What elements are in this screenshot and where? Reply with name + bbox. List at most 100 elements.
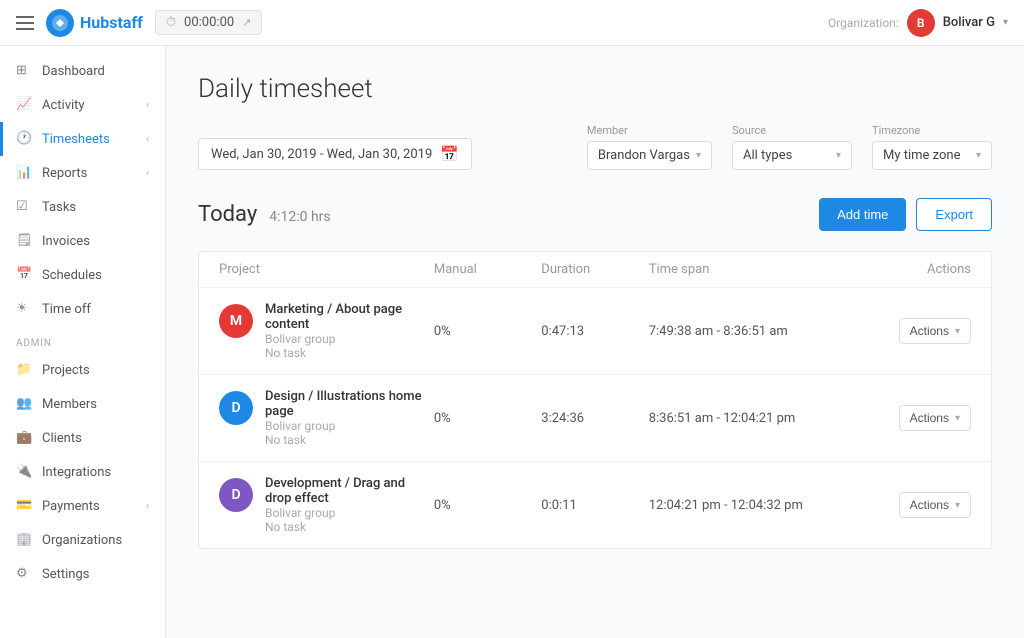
sidebar-item-timesheets[interactable]: 🕐 Timesheets ‹ (0, 122, 165, 156)
manual-0: 0% (434, 324, 541, 339)
sidebar-label-reports: Reports (42, 166, 87, 181)
date-range-value: Wed, Jan 30, 2019 - Wed, Jan 30, 2019 (211, 147, 432, 162)
today-info: Today 4:12:0 hrs (198, 202, 331, 227)
member-select[interactable]: Brandon Vargas ▾ (587, 141, 712, 170)
actions-button-0[interactable]: Actions ▾ (899, 318, 971, 344)
sidebar-label-timesheets: Timesheets (42, 132, 110, 147)
actions-chevron-1: ▾ (955, 413, 960, 424)
sidebar-item-members[interactable]: 👥 Members (0, 387, 165, 421)
actions-cell-2: Actions ▾ (864, 492, 971, 518)
activity-chevron: ‹ (146, 100, 149, 111)
timezone-value: My time zone (883, 148, 961, 163)
project-cell-1: D Design / Illustrations home page Boliv… (219, 389, 434, 447)
sidebar-item-reports[interactable]: 📊 Reports ‹ (0, 156, 165, 190)
actions-cell-1: Actions ▾ (864, 405, 971, 431)
sidebar-label-dashboard: Dashboard (42, 64, 105, 79)
timer-widget[interactable]: ⏱ 00:00:00 ↗ (155, 10, 263, 35)
col-duration: Duration (541, 262, 648, 277)
duration-1: 3:24:36 (541, 411, 648, 426)
avatar-2: D (219, 478, 253, 512)
member-label: Member (587, 124, 712, 137)
actions-chevron-2: ▾ (955, 500, 960, 511)
sidebar-item-invoices[interactable]: 🗒 Invoices (0, 224, 165, 258)
payments-chevron: ‹ (146, 501, 149, 512)
timezone-filter-group: Timezone My time zone ▾ (872, 124, 992, 170)
source-filter-group: Source All types ▾ (732, 124, 852, 170)
sidebar-item-tasks[interactable]: ☑ Tasks (0, 190, 165, 224)
user-avatar: B (907, 9, 935, 37)
source-select[interactable]: All types ▾ (732, 141, 852, 170)
sidebar-item-clients[interactable]: 💼 Clients (0, 421, 165, 455)
table-row: D Development / Drag and drop effect Bol… (199, 462, 991, 548)
member-chevron: ▾ (696, 150, 701, 161)
sidebar-label-organizations: Organizations (42, 533, 122, 548)
integrations-icon: 🔌 (16, 464, 32, 480)
hamburger-menu[interactable] (16, 16, 34, 30)
dashboard-icon: ⊞ (16, 63, 32, 79)
col-manual: Manual (434, 262, 541, 277)
settings-icon: ⚙ (16, 566, 32, 582)
timezone-label: Timezone (872, 124, 992, 137)
timezone-select[interactable]: My time zone ▾ (872, 141, 992, 170)
sidebar-item-integrations[interactable]: 🔌 Integrations (0, 455, 165, 489)
user-name: Bolivar G (943, 15, 995, 30)
actions-chevron-0: ▾ (955, 326, 960, 337)
col-project: Project (219, 262, 434, 277)
project-task-2: No task (265, 520, 434, 534)
sidebar-label-activity: Activity (42, 98, 85, 113)
sidebar-item-settings[interactable]: ⚙ Settings (0, 557, 165, 591)
project-name-1: Design / Illustrations home page (265, 389, 434, 419)
reports-icon: 📊 (16, 165, 32, 181)
col-actions: Actions (864, 262, 971, 277)
project-task-1: No task (265, 433, 434, 447)
sidebar-item-projects[interactable]: 📁 Projects (0, 353, 165, 387)
today-actions: Add time Export (819, 198, 992, 231)
source-chevron: ▾ (836, 150, 841, 161)
sidebar-item-organizations[interactable]: 🏢 Organizations (0, 523, 165, 557)
project-info-2: Development / Drag and drop effect Boliv… (265, 476, 434, 534)
clock-icon: ⏱ (166, 15, 176, 30)
topbar-right: Organization: B Bolivar G ▾ (828, 9, 1008, 37)
timer-value: 00:00:00 (184, 15, 234, 30)
add-time-button[interactable]: Add time (819, 198, 906, 231)
today-duration: 4:12:0 hrs (269, 209, 330, 225)
sidebar-label-projects: Projects (42, 363, 90, 378)
table-row: M Marketing / About page content Bolivar… (199, 288, 991, 375)
manual-1: 0% (434, 411, 541, 426)
actions-button-1[interactable]: Actions ▾ (899, 405, 971, 431)
timesheets-chevron: ‹ (146, 134, 149, 145)
project-name-0: Marketing / About page content (265, 302, 434, 332)
sidebar-item-schedules[interactable]: 📅 Schedules (0, 258, 165, 292)
timezone-chevron: ▾ (976, 150, 981, 161)
sidebar-label-tasks: Tasks (42, 200, 76, 215)
project-name-2: Development / Drag and drop effect (265, 476, 434, 506)
export-button[interactable]: Export (916, 198, 992, 231)
sidebar-item-dashboard[interactable]: ⊞ Dashboard (0, 54, 165, 88)
user-menu-chevron[interactable]: ▾ (1003, 17, 1008, 28)
timespan-2: 12:04:21 pm - 12:04:32 pm (649, 498, 864, 513)
schedules-icon: 📅 (16, 267, 32, 283)
timespan-0: 7:49:38 am - 8:36:51 am (649, 324, 864, 339)
sidebar: ⊞ Dashboard 📈 Activity ‹ 🕐 Timesheets ‹ … (0, 46, 166, 638)
actions-cell-0: Actions ▾ (864, 318, 971, 344)
timeoff-icon: ☀ (16, 301, 32, 317)
avatar-1: D (219, 391, 253, 425)
member-filter-group: Member Brandon Vargas ▾ (587, 124, 712, 170)
table-row: D Design / Illustrations home page Boliv… (199, 375, 991, 462)
date-picker[interactable]: Wed, Jan 30, 2019 - Wed, Jan 30, 2019 📅 (198, 138, 472, 170)
project-group-0: Bolivar group (265, 332, 434, 346)
sidebar-item-timeoff[interactable]: ☀ Time off (0, 292, 165, 326)
source-value: All types (743, 148, 792, 163)
sidebar-label-schedules: Schedules (42, 268, 102, 283)
actions-button-2[interactable]: Actions ▾ (899, 492, 971, 518)
timesheet-table: Project Manual Duration Time span Action… (198, 251, 992, 549)
source-label: Source (732, 124, 852, 137)
org-label: Organization: (828, 16, 899, 30)
sidebar-item-activity[interactable]: 📈 Activity ‹ (0, 88, 165, 122)
project-info-0: Marketing / About page content Bolivar g… (265, 302, 434, 360)
logo-text: Hubstaff (80, 13, 143, 32)
sidebar-label-integrations: Integrations (42, 465, 111, 480)
sidebar-item-payments[interactable]: 💳 Payments ‹ (0, 489, 165, 523)
sidebar-label-invoices: Invoices (42, 234, 90, 249)
sidebar-label-clients: Clients (42, 431, 82, 446)
